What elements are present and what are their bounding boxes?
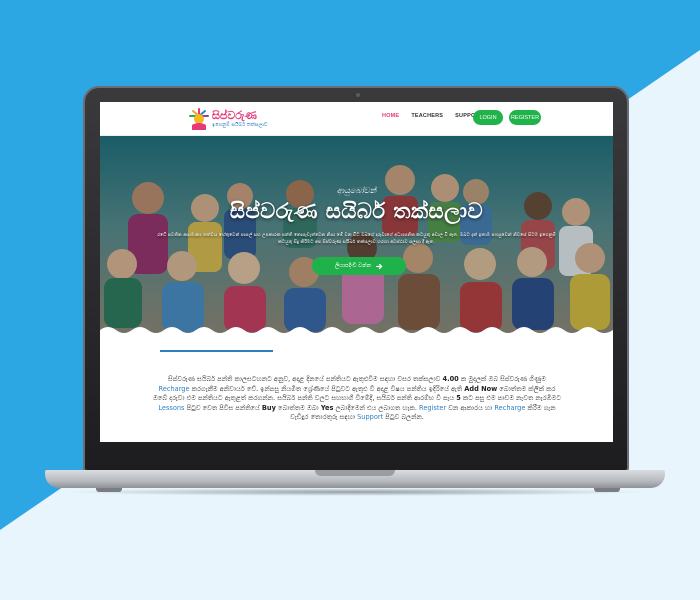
laptop-foot: [96, 488, 122, 492]
hero-button-label: ලියාපදිංචි වන්න: [334, 262, 372, 269]
sun-logo-icon: [189, 108, 209, 130]
add-now-text: Add Now: [464, 384, 498, 393]
navbar: සිප්වරුණ ඉගෙනුම් සයිබර් තක්සලාව HOME TEA…: [100, 102, 613, 136]
text: කට පසු එම පාඩම නැවත නැරඹීමට: [462, 394, 561, 403]
text: ක මුදලක් ඔබ සිප්වරුණ ගිණුම: [460, 375, 546, 383]
laptop-lid: සිප්වරුණ ඉගෙනුම් සයිබර් තක්සලාව HOME TEA…: [83, 86, 629, 472]
intro-paragraph: සිප්වරුණ සයිබර් පන්ති කාලසටහනට අනුව, අදා…: [152, 375, 562, 423]
laptop-screen: සිප්වරුණ ඉගෙනුම් සයිබර් තක්සලාව HOME TEA…: [100, 102, 613, 442]
hero-wave-divider: [100, 327, 613, 338]
text: කරගැනීම අනිවාර්ය වේ. ඉන්පසු නියමිත ශ්‍රේ…: [191, 384, 463, 393]
login-button[interactable]: LOGIN: [473, 110, 503, 125]
webcam: [356, 93, 360, 97]
buy-text: Buy: [261, 403, 276, 412]
text: පිටුව වෙත පිවිස පන්තියේ: [186, 403, 260, 412]
hero-description: රටේ පවතින අසාමාන්‍ය තත්වය හේතුවෙන් පාසල්…: [157, 233, 556, 245]
nav-links: HOME TEACHERS SUPPORT: [382, 113, 483, 119]
text: පිටුව බලන්න.: [385, 413, 424, 422]
price-value: 4.00: [442, 375, 459, 383]
laptop-foot: [594, 488, 620, 492]
arrow-right-icon: [376, 263, 383, 269]
laptop-notch: [315, 470, 395, 476]
lessons-link[interactable]: Lessons: [158, 404, 184, 412]
register-button[interactable]: REGISTER: [509, 110, 541, 125]
nav-teachers[interactable]: TEACHERS: [411, 113, 443, 119]
nav-home[interactable]: HOME: [382, 113, 399, 119]
hero-register-button[interactable]: ලියාපදිංචි වන්න: [312, 257, 406, 275]
logo-title: සිප්වරුණ: [212, 109, 257, 122]
text: ලබාදීමෙන් එය ලබාගත හැක.: [335, 403, 417, 412]
hours-value: 5: [456, 394, 461, 403]
logo-subtitle: ඉගෙනුම් සයිබර් තක්සලාව: [212, 122, 268, 128]
laptop-base: [45, 470, 665, 488]
site-logo[interactable]: සිප්වරුණ ඉගෙනුම් සයිබර් තක්සලාව: [188, 107, 272, 132]
hero-title: සිප්වරුණ සයිබර් තක්සලාව: [229, 199, 484, 223]
section-accent-line: [160, 350, 273, 352]
text: බොත්තම ඔබා: [278, 403, 319, 412]
text: වන ආකාරය හා: [448, 403, 493, 412]
support-link[interactable]: Support: [357, 413, 383, 421]
recharge-link[interactable]: Recharge: [494, 404, 525, 412]
text: සිප්වරුණ සයිබර් පන්ති කාලසටහනට අනුව, අදා…: [168, 375, 441, 383]
hero-banner: ආයුබෝවන් සිප්වරුණ සයිබර් තක්සලාව රටේ පවත…: [100, 136, 613, 338]
hero-subtitle: ආයුබෝවන්: [336, 186, 377, 195]
laptop-shadow: [60, 488, 650, 496]
recharge-link[interactable]: Recharge: [159, 385, 190, 393]
register-link[interactable]: Register: [419, 404, 446, 412]
yes-text: Yes: [320, 403, 334, 412]
